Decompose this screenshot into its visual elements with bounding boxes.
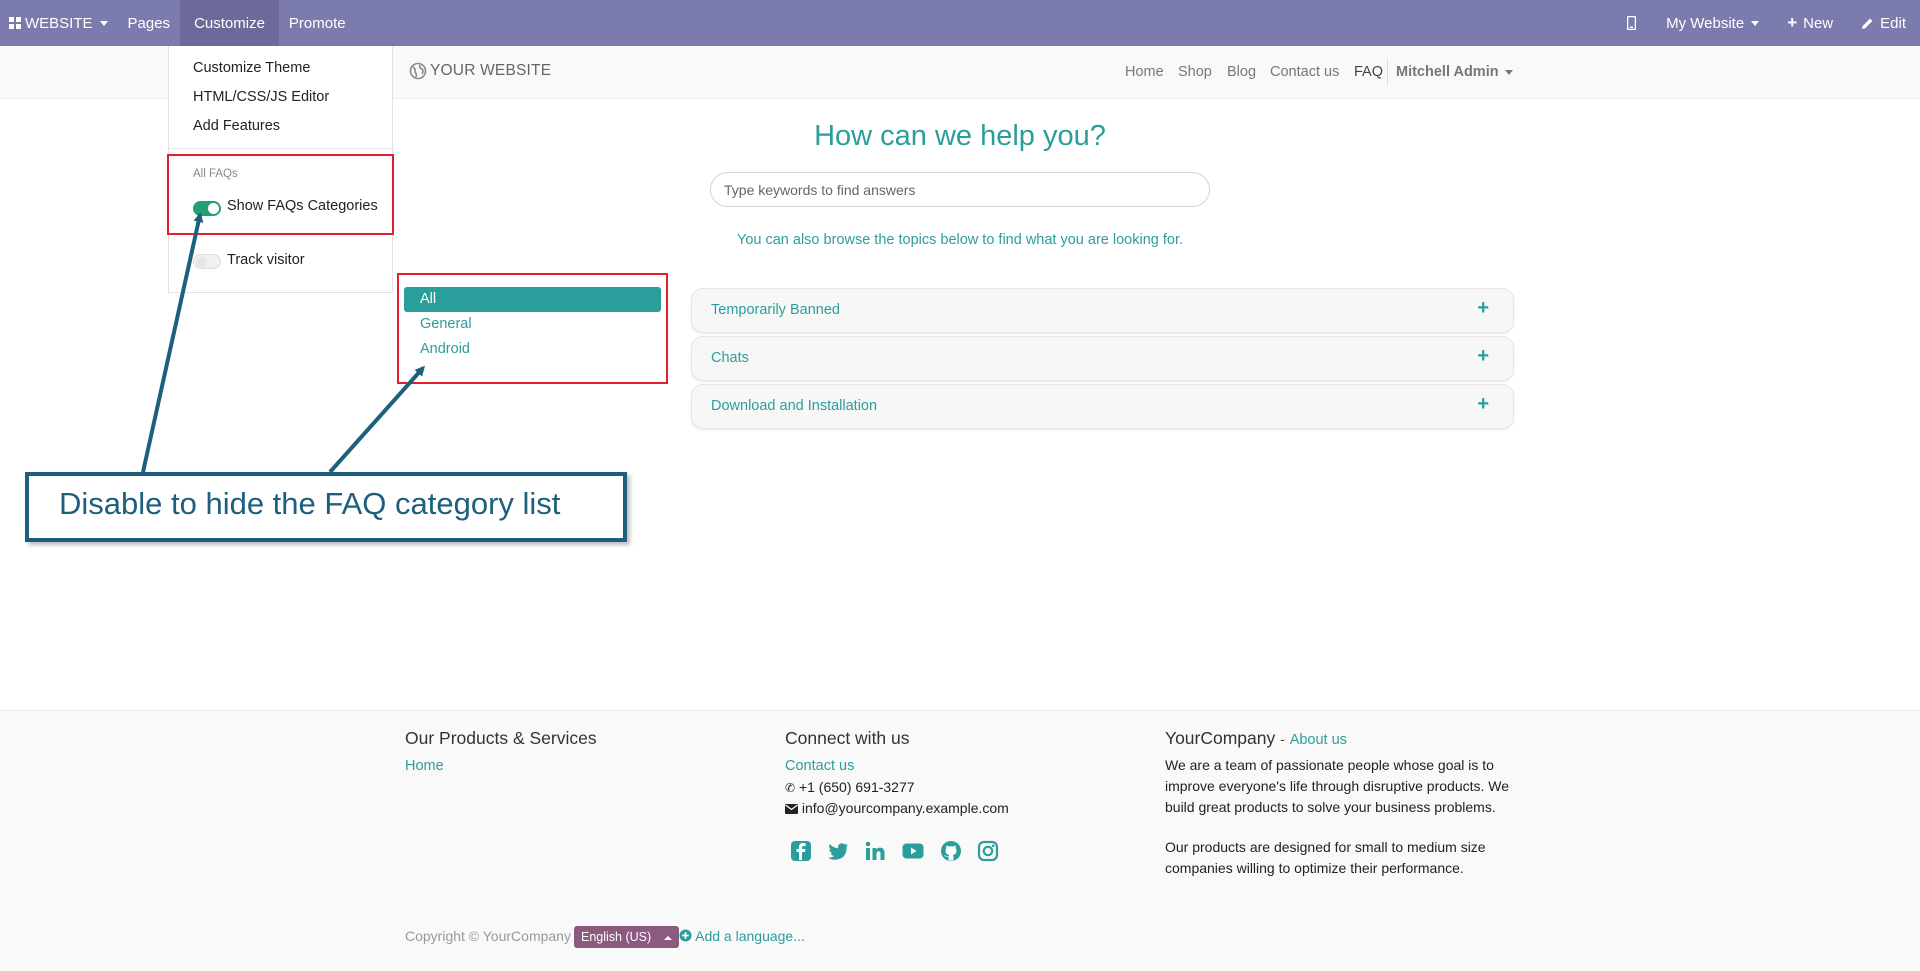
customize-menu-button[interactable]: Customize — [180, 0, 279, 46]
footer-products-title: Our Products & Services — [405, 728, 597, 748]
faq-accordion-item[interactable]: Download and Installation + — [691, 384, 1514, 429]
footer-company-title: YourCompany — [1165, 728, 1276, 748]
footer-email: info@yourcompany.example.com — [785, 800, 1009, 816]
user-name: Mitchell Admin — [1396, 64, 1499, 80]
footer-connect-title: Connect with us — [785, 728, 910, 748]
faq-question: Temporarily Banned — [711, 302, 840, 318]
admin-topbar: WEBSITE Pages Customize Promote My Websi… — [0, 0, 1920, 46]
linkedin-icon[interactable] — [862, 838, 888, 864]
faq-accordion-item[interactable]: Chats + — [691, 336, 1514, 381]
phone-icon: ✆ — [785, 781, 796, 795]
nav-contact-us[interactable]: Contact us — [1270, 64, 1339, 80]
twitter-icon[interactable] — [825, 838, 851, 864]
track-visitor-label[interactable]: Track visitor — [227, 252, 305, 268]
language-selector-label: English (US) — [581, 930, 652, 944]
track-visitor-toggle[interactable] — [193, 254, 221, 269]
promote-menu[interactable]: Promote — [279, 0, 356, 46]
footer-contact-link[interactable]: Contact us — [785, 758, 854, 774]
nav-home[interactable]: Home — [1125, 64, 1164, 80]
highlight-box-category-list — [397, 273, 668, 384]
apps-grid-icon — [9, 17, 21, 29]
customize-theme-item[interactable]: Customize Theme — [193, 60, 310, 76]
highlight-box-toggle — [167, 154, 394, 235]
caret-up-icon — [663, 935, 672, 940]
footer-company-heading: YourCompany - About us — [1165, 728, 1347, 749]
footer-phone-number: +1 (650) 691-3277 — [798, 779, 915, 795]
annotation-callout-text: Disable to hide the FAQ category list — [59, 486, 561, 521]
footer-company-separator: - — [1280, 731, 1285, 747]
site-footer: Our Products & Services Home Connect wit… — [0, 710, 1920, 971]
website-selector[interactable]: My Website — [1656, 0, 1777, 46]
nav-blog[interactable]: Blog — [1227, 64, 1256, 80]
facebook-icon[interactable] — [788, 838, 814, 864]
envelope-icon — [785, 804, 798, 814]
faq-question: Download and Installation — [711, 398, 878, 414]
annotation-callout: Disable to hide the FAQ category list — [25, 472, 627, 542]
new-button-label: New — [1803, 14, 1834, 32]
plus-circle-icon — [679, 929, 692, 942]
footer-home-link[interactable]: Home — [405, 758, 444, 774]
caret-down-icon — [1751, 20, 1760, 26]
new-button[interactable]: + New — [1777, 0, 1851, 46]
footer-about-paragraph-2: Our products are designed for small to m… — [1165, 839, 1486, 876]
faq-search-input[interactable] — [710, 172, 1210, 207]
pages-menu[interactable]: Pages — [118, 0, 181, 46]
footer-copyright: Copyright © YourCompany — [405, 928, 571, 944]
faq-title: How can we help you? — [814, 120, 1106, 152]
instagram-icon[interactable] — [975, 838, 1001, 864]
app-menu-label: WEBSITE — [25, 14, 93, 32]
footer-about-link[interactable]: About us — [1290, 732, 1347, 748]
nav-shop[interactable]: Shop — [1178, 64, 1212, 80]
nav-faq[interactable]: FAQ — [1354, 64, 1383, 80]
caret-down-icon — [1504, 69, 1513, 75]
github-icon[interactable] — [938, 838, 964, 864]
expand-plus-icon: + — [1477, 297, 1489, 319]
expand-plus-icon: + — [1477, 345, 1489, 367]
footer-about-paragraph: We are a team of passionate people whose… — [1165, 757, 1510, 815]
mobile-preview-button[interactable] — [1615, 0, 1656, 46]
youtube-icon[interactable] — [900, 838, 926, 864]
app-menu-button[interactable]: WEBSITE — [0, 0, 118, 46]
add-language-link[interactable]: Add a language... — [679, 928, 805, 944]
mobile-icon — [1627, 16, 1637, 30]
language-selector[interactable]: English (US) — [574, 926, 679, 948]
website-selector-label: My Website — [1666, 14, 1745, 32]
edit-button-label: Edit — [1880, 14, 1906, 32]
nav-divider — [1387, 58, 1388, 86]
pencil-icon — [1862, 18, 1873, 29]
html-css-js-editor-item[interactable]: HTML/CSS/JS Editor — [193, 89, 329, 105]
expand-plus-icon: + — [1477, 393, 1489, 415]
footer-email-address: info@yourcompany.example.com — [801, 800, 1009, 816]
toggle-knob — [196, 257, 207, 268]
plus-icon: + — [1787, 13, 1798, 32]
edit-button[interactable]: Edit — [1851, 0, 1920, 46]
user-menu[interactable]: Mitchell Admin — [1396, 64, 1513, 80]
footer-phone: ✆ +1 (650) 691-3277 — [785, 779, 915, 795]
faq-question: Chats — [711, 350, 749, 366]
caret-down-icon — [99, 20, 108, 26]
faq-accordion-item[interactable]: Temporarily Banned + — [691, 288, 1514, 333]
add-language-label: Add a language... — [695, 928, 805, 944]
